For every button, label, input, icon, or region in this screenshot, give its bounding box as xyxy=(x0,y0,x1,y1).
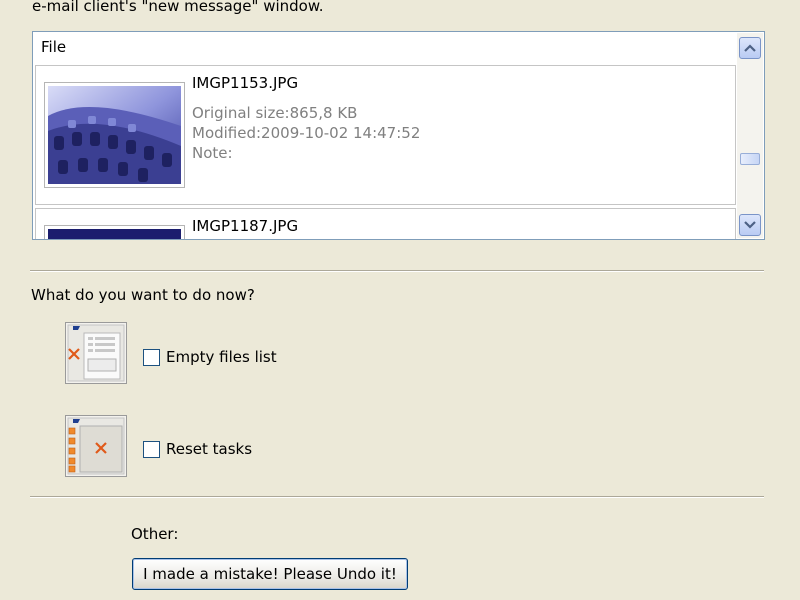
scroll-thumb[interactable] xyxy=(740,153,760,165)
undo-button[interactable]: I made a mistake! Please Undo it! xyxy=(132,558,408,590)
file-note: Note: xyxy=(192,144,233,162)
empty-list-icon xyxy=(64,321,128,385)
file-name: IMGP1153.JPG xyxy=(192,74,299,92)
tasks-question: What do you want to do now? xyxy=(31,286,255,304)
file-list-item[interactable]: IMGP1153.JPG Original size:865,8 KB Modi… xyxy=(35,65,736,205)
photo-thumbnail xyxy=(48,86,181,184)
file-list-header: File xyxy=(41,38,67,56)
photo-thumbnail xyxy=(48,229,181,239)
scroll-up-button[interactable] xyxy=(739,37,761,59)
file-list[interactable]: File IMGP1153.JPG Original size:865,8 KB… xyxy=(32,31,765,240)
chevron-down-icon xyxy=(744,221,756,229)
scroll-down-button[interactable] xyxy=(739,214,761,236)
thumbnail-frame xyxy=(44,82,185,188)
thumbnail-frame xyxy=(44,225,185,239)
file-list-item[interactable]: IMGP1187.JPG xyxy=(35,208,736,239)
chevron-up-icon xyxy=(744,44,756,52)
reset-tasks-icon xyxy=(64,414,128,478)
divider xyxy=(30,496,764,498)
file-name: IMGP1187.JPG xyxy=(192,217,299,235)
divider xyxy=(30,270,764,272)
vertical-scrollbar[interactable] xyxy=(737,33,763,238)
other-label: Other: xyxy=(131,525,179,543)
empty-files-list-label[interactable]: Empty files list xyxy=(166,348,277,366)
file-modified: Modified:2009-10-02 14:47:52 xyxy=(192,124,421,142)
reset-tasks-checkbox[interactable] xyxy=(143,441,160,458)
file-original-size: Original size:865,8 KB xyxy=(192,104,358,122)
empty-files-list-checkbox[interactable] xyxy=(143,349,160,366)
reset-tasks-label[interactable]: Reset tasks xyxy=(166,440,252,458)
window-caption: e-mail client's "new message" window. xyxy=(32,0,324,15)
